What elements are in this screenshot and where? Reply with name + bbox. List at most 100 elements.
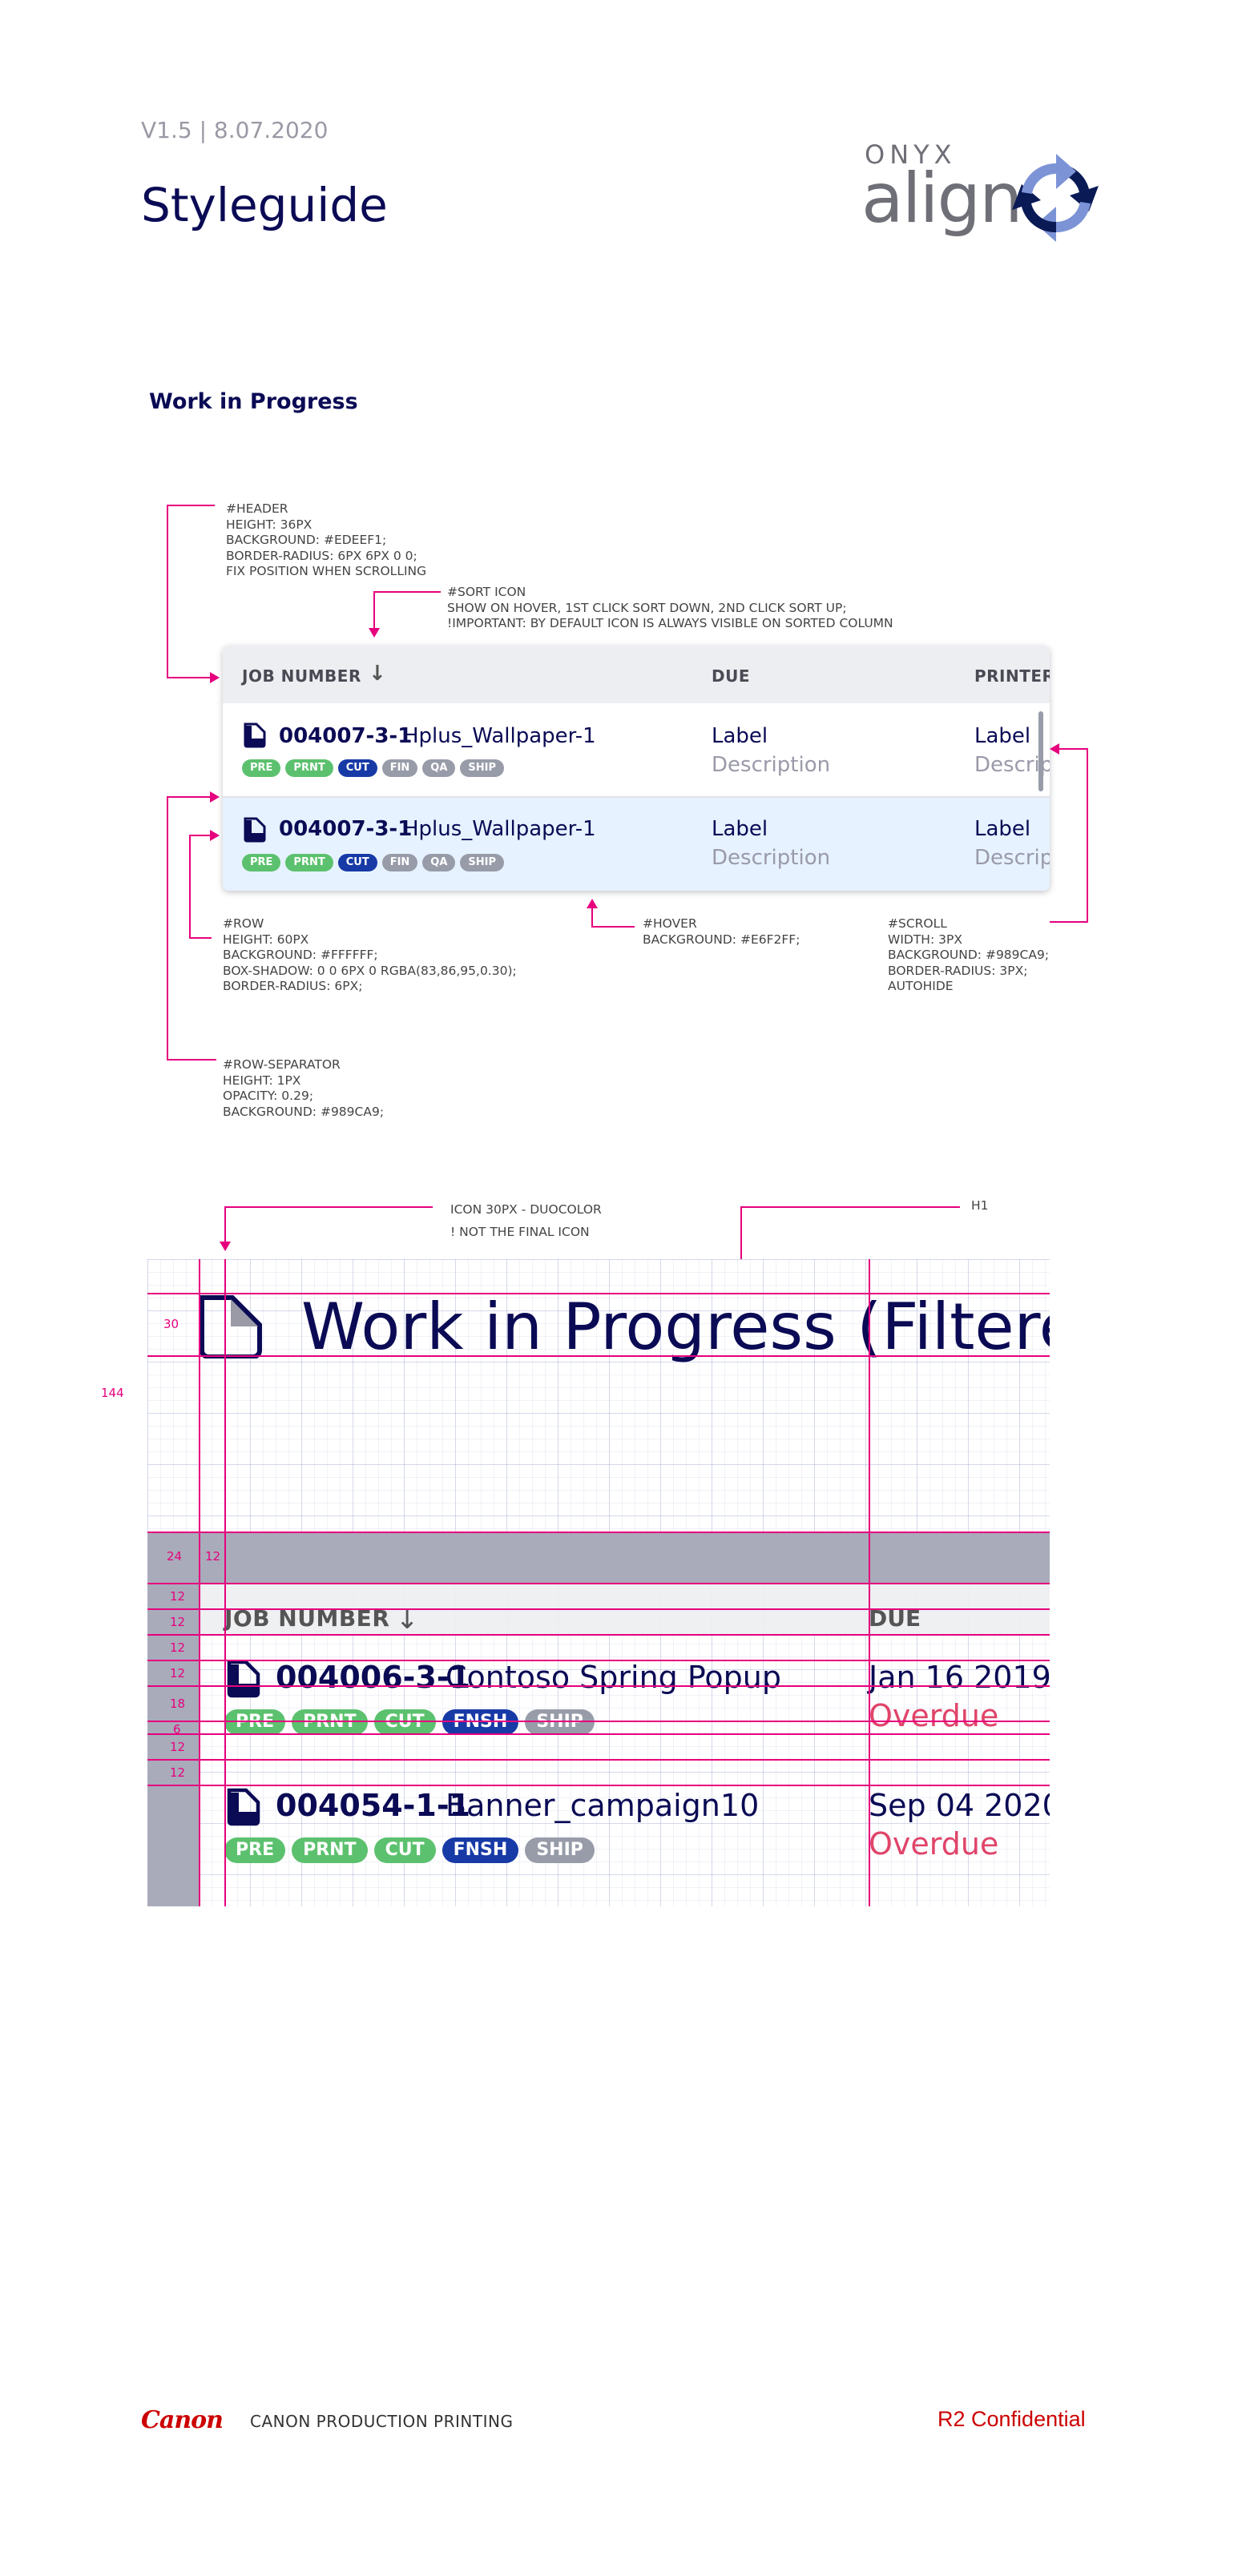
due-label: Label: [712, 724, 768, 748]
measure-label: 12: [170, 1615, 186, 1629]
job-number: 004007-3-1: [279, 817, 413, 841]
hover-note: #HOVER BACKGROUND: #E6F2FF;: [643, 916, 800, 948]
table-row-hover[interactable]: 004007-3-1 Hplus_Wallpaper-1 PRE PRNT CU…: [223, 798, 1050, 891]
guide-line: [147, 1532, 1050, 1533]
spec-due: Jan 16 2019,: [869, 1660, 1050, 1695]
document-icon: [244, 722, 266, 748]
note-line: BACKGROUND: #FFFFFF;: [223, 948, 378, 962]
spec-job-number: 004006-3-1: [276, 1660, 471, 1695]
column-header-printer[interactable]: PRINTER: [974, 666, 1050, 686]
note-line: HEIGHT: 1PX: [223, 1073, 301, 1088]
h1-note: H1: [971, 1198, 989, 1213]
note-line: WIDTH: 3PX: [888, 932, 962, 947]
note-line: FIX POSITION WHEN SCROLLING: [226, 564, 427, 578]
page-title: Styleguide: [141, 178, 388, 232]
spec-due: Sep 04 2020,: [869, 1788, 1050, 1823]
callout-line: [1056, 748, 1088, 750]
spec-status: Overdue: [869, 1826, 999, 1862]
tag-ship: SHIP: [525, 1837, 595, 1863]
tag-cut: CUT: [373, 1837, 436, 1863]
callout-line: [167, 505, 215, 506]
tag-pre: PRE: [224, 1837, 286, 1863]
job-name: Hplus_Wallpaper-1: [403, 817, 596, 841]
scrollbar[interactable]: [1038, 711, 1043, 791]
guide-line: [147, 1293, 1050, 1294]
guide-line: [147, 1660, 1050, 1661]
column-header-due[interactable]: DUE: [712, 666, 750, 686]
tag-ship: SHIP: [460, 759, 505, 777]
document-icon: [200, 1295, 262, 1358]
due-label: Label: [712, 817, 768, 841]
callout-line: [189, 835, 212, 836]
callout-line: [591, 907, 593, 928]
canon-logo: Canon: [141, 2406, 224, 2434]
due-description: Description: [712, 846, 831, 870]
measure-label: 12: [170, 1740, 186, 1754]
guide-line: [147, 1785, 1050, 1786]
header-note: #HEADER HEIGHT: 36PX BACKGROUND: #EDEEF1…: [226, 501, 426, 580]
guide-line: [199, 1259, 200, 1906]
document-icon: [227, 1788, 260, 1826]
measure-label: 6: [173, 1722, 181, 1737]
callout-line: [591, 926, 635, 928]
tag-ship: SHIP: [525, 1709, 595, 1735]
callout-line: [740, 1206, 960, 1208]
note-line: #SORT ICON: [447, 585, 526, 599]
note-line: ICON 30PX - DUOCOLOR: [450, 1202, 602, 1217]
guide-line: [147, 1634, 1050, 1636]
tag-cut: CUT: [337, 854, 377, 871]
guide-line: [147, 1759, 1050, 1761]
callout-line: [189, 835, 191, 939]
column-header-job-number[interactable]: JOB NUMBER: [242, 666, 361, 686]
measure-label: 12: [170, 1589, 186, 1604]
section-title: Work in Progress: [149, 389, 358, 414]
note-line: BACKGROUND: #989CA9;: [223, 1104, 385, 1119]
spec-job-name: Contoso Spring Popup: [446, 1660, 781, 1695]
sort-icon-note: #SORT ICON SHOW ON HOVER, 1ST CLICK SORT…: [447, 585, 893, 632]
guide-line: [147, 1355, 1050, 1357]
note-line: ! NOT THE FINAL ICON: [450, 1225, 590, 1239]
guide-line: [147, 1583, 1050, 1584]
callout-arrow: [210, 830, 220, 841]
note-line: #ROW: [223, 916, 264, 931]
table-row[interactable]: 004007-3-1 Hplus_Wallpaper-1 PRE PRNT CU…: [223, 703, 1050, 796]
tag-cut: CUT: [373, 1709, 436, 1735]
note-line: BACKGROUND: #EDEEF1;: [226, 533, 387, 547]
version-label: V1.5 | 8.07.2020: [141, 117, 329, 143]
note-line: #HOVER: [643, 916, 697, 931]
note-line: #SCROLL: [888, 916, 947, 931]
measure-label: 24: [167, 1549, 183, 1564]
tag-prnt: PRNT: [285, 759, 333, 777]
callout-arrow: [369, 628, 380, 638]
align-cycle-icon: [1012, 154, 1099, 242]
callout-line: [224, 1206, 226, 1243]
table-header: JOB NUMBER ↓ DUE PRINTER: [223, 646, 1050, 703]
company-name: CANON PRODUCTION PRINTING: [250, 2412, 514, 2431]
spec-tag-list: PRE PRNT CUT FNSH SHIP: [224, 1709, 595, 1735]
callout-line: [224, 1206, 433, 1208]
note-line: BORDER-RADIUS: 6PX;: [223, 979, 363, 993]
sort-arrow-icon[interactable]: ↓: [369, 662, 386, 686]
printer-label: Label: [974, 724, 1031, 748]
note-line: BACKGROUND: #E6F2FF;: [643, 932, 800, 947]
icon-note: ICON 30PX - DUOCOLOR ! NOT THE FINAL ICO…: [450, 1198, 602, 1243]
tag-pre: PRE: [242, 759, 281, 777]
tag-fnsh: FNSH: [442, 1837, 519, 1863]
note-line: BACKGROUND: #989CA9;: [888, 948, 1050, 962]
note-line: HEIGHT: 36PX: [226, 517, 312, 532]
guide-line: [869, 1259, 870, 1906]
note-line: OPACITY: 0.29;: [223, 1089, 314, 1103]
onyx-align-logo: ONYX align: [861, 136, 1102, 248]
tag-pre: PRE: [224, 1709, 286, 1735]
logo-align-text: align: [861, 159, 1023, 239]
callout-line: [167, 1059, 216, 1061]
note-line: BORDER-RADIUS: 6PX 6PX 0 0;: [226, 548, 417, 563]
tag-list: PRE PRNT CUT FIN QA SHIP: [242, 759, 505, 777]
spec-grid: Work in Progress (Filtered JOB NUMBER ↓ …: [147, 1259, 1050, 1906]
callout-line: [1087, 748, 1088, 923]
row-note: #ROW HEIGHT: 60PX BACKGROUND: #FFFFFF; B…: [223, 916, 517, 995]
document-icon: [244, 817, 266, 843]
guide-line: [224, 1259, 226, 1906]
tag-fnsh: FNSH: [442, 1709, 519, 1735]
note-line: #HEADER: [226, 501, 288, 516]
